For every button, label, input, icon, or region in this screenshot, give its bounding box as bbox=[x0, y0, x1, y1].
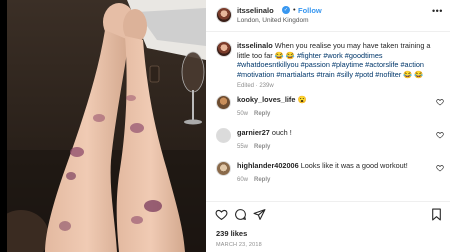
comment-time: 60w bbox=[237, 177, 249, 183]
follow-button[interactable]: Follow bbox=[298, 6, 322, 15]
caption-text: itsselinalo When you realise you may hav… bbox=[237, 41, 442, 80]
author-username[interactable]: itsselinalo bbox=[237, 6, 274, 15]
comment-meta: 55w Reply bbox=[237, 144, 270, 150]
commenter-avatar[interactable] bbox=[216, 95, 231, 110]
reply-button[interactable]: Reply bbox=[254, 177, 270, 183]
post-location[interactable]: London, United Kingdom bbox=[237, 17, 309, 24]
comment-meta: 50w Reply bbox=[237, 111, 270, 117]
post-header: itsselinalo ✓ • Follow London, United Ki… bbox=[206, 0, 450, 32]
comment-meta: 60w Reply bbox=[237, 177, 270, 183]
likes-count[interactable]: 239 likes bbox=[216, 229, 247, 238]
verified-badge-icon: ✓ bbox=[282, 6, 290, 14]
post-details-panel: itsselinalo ✓ • Follow London, United Ki… bbox=[206, 0, 450, 252]
comments-section[interactable]: itsselinalo When you realise you may hav… bbox=[206, 33, 450, 201]
comment-text: garnier27 ouch ! bbox=[237, 128, 292, 137]
post-date: MARCH 23, 2018 bbox=[216, 242, 262, 248]
comment-time: 50w bbox=[237, 111, 249, 117]
share-icon[interactable] bbox=[253, 208, 266, 221]
commenter-avatar[interactable] bbox=[216, 128, 231, 143]
comment-item: kooky_loves_life 😮 50w Reply bbox=[216, 95, 444, 125]
reply-button[interactable]: Reply bbox=[254, 111, 270, 117]
caption-meta: Edited · 239w bbox=[237, 83, 274, 89]
post-actions-bar: 239 likes MARCH 23, 2018 bbox=[206, 201, 450, 252]
comment-body: ouch ! bbox=[271, 128, 292, 137]
heart-icon[interactable] bbox=[215, 208, 228, 221]
commenter-username[interactable]: garnier27 bbox=[237, 128, 270, 137]
separator-dot: • bbox=[293, 5, 296, 14]
author-avatar[interactable] bbox=[216, 7, 232, 23]
reply-button[interactable]: Reply bbox=[254, 144, 270, 150]
comment-item: highlander402006 Looks like it was a goo… bbox=[216, 161, 444, 191]
post-photo[interactable] bbox=[7, 0, 206, 252]
left-margin bbox=[0, 0, 7, 252]
more-options-icon[interactable]: ••• bbox=[432, 6, 443, 16]
caption-avatar[interactable] bbox=[216, 41, 232, 57]
caption-username[interactable]: itsselinalo bbox=[237, 41, 273, 50]
like-comment-heart-icon[interactable] bbox=[436, 131, 444, 139]
comment-time: 55w bbox=[237, 144, 249, 150]
commenter-username[interactable]: highlander402006 bbox=[237, 161, 299, 170]
comment-text: highlander402006 Looks like it was a goo… bbox=[237, 161, 408, 170]
like-comment-heart-icon[interactable] bbox=[436, 98, 444, 106]
bookmark-icon[interactable] bbox=[430, 208, 443, 221]
like-comment-heart-icon[interactable] bbox=[436, 164, 444, 172]
commenter-username[interactable]: kooky_loves_life bbox=[237, 95, 295, 104]
comment-text: kooky_loves_life 😮 bbox=[237, 95, 307, 104]
commenter-avatar[interactable] bbox=[216, 161, 231, 176]
comment-body: 😮 bbox=[297, 95, 307, 104]
comment-body: Looks like it was a good workout! bbox=[300, 161, 408, 170]
comment-item: garnier27 ouch ! 55w Reply bbox=[216, 128, 444, 158]
comment-icon[interactable] bbox=[234, 208, 247, 221]
